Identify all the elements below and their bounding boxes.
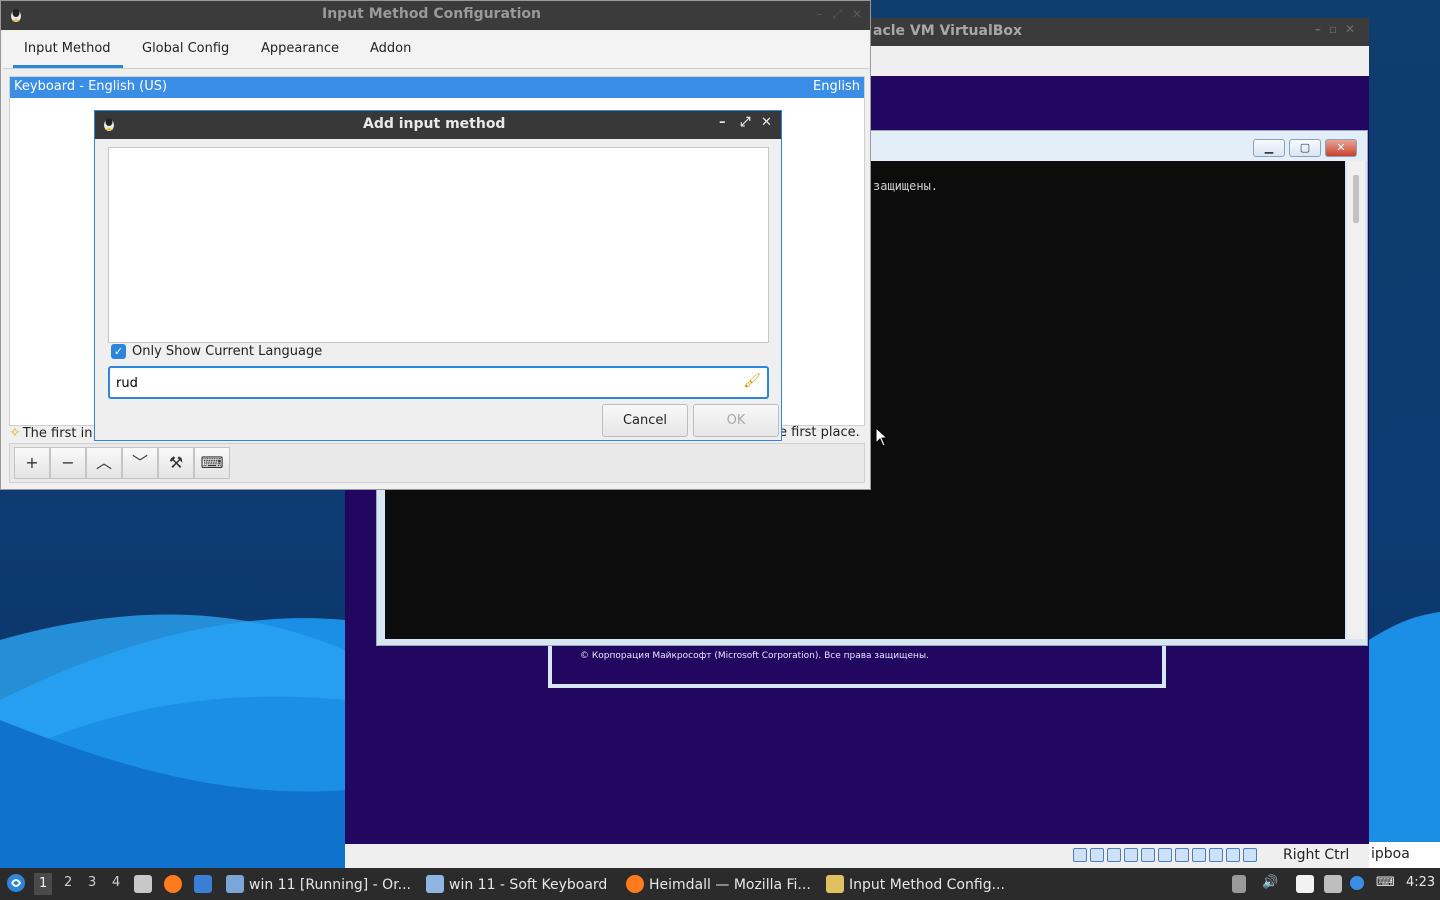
input-method-language: English — [813, 79, 860, 94]
notes-tray-icon[interactable] — [1296, 875, 1319, 893]
taskbar-item-input-method-config[interactable]: Input Method Config... — [826, 875, 1005, 893]
recording-icon[interactable] — [1192, 848, 1206, 862]
console-close-button[interactable]: ✕ — [1325, 139, 1357, 157]
imcfg-toolbar: + − ︿ ﹀ ⚒ ⌨ — [9, 443, 865, 483]
clipboard-tray-icon[interactable] — [1232, 875, 1251, 893]
imcfg-tabbar: Input Method Global Config Appearance Ad… — [3, 31, 869, 69]
input-method-name: Keyboard - English (US) — [14, 79, 168, 94]
taskbar-item-label: win 11 [Running] - Or... — [249, 877, 412, 893]
host-key-label: Right Ctrl — [1283, 847, 1350, 863]
mouse-integration-icon[interactable] — [1243, 848, 1257, 862]
terminal-launcher[interactable] — [194, 875, 217, 893]
fcitx-penguin-icon — [104, 118, 114, 131]
copyright-text: © Корпорация Майкрософт (Microsoft Corpo… — [580, 651, 929, 661]
tab-global-config[interactable]: Global Config — [142, 41, 229, 56]
terminal-icon — [194, 875, 212, 893]
hint-text-left: ✧ The first in — [9, 425, 92, 441]
imcfg-close-button[interactable]: ✕ — [852, 7, 862, 22]
workspace-1[interactable]: 1 — [34, 873, 53, 895]
only-current-language-checkbox[interactable]: ✓ — [111, 344, 126, 359]
dialog-close-button[interactable]: ✕ — [761, 115, 772, 130]
volume-icon[interactable]: 🔊 — [1262, 875, 1278, 890]
imcfg-minimize-button[interactable]: – — [816, 7, 822, 22]
taskbar-item-label: Input Method Config... — [849, 877, 1005, 893]
ok-button[interactable]: OK — [693, 404, 779, 437]
background-window-fragment[interactable]: ipboa — [1369, 842, 1440, 868]
add-input-method-button[interactable]: + — [14, 447, 50, 479]
taskbar-item-virtualbox[interactable]: win 11 [Running] - Or... — [226, 875, 411, 893]
display-icon[interactable] — [1175, 848, 1189, 862]
virtualbox-icon — [226, 875, 244, 893]
console-scrollbar[interactable] — [1347, 161, 1365, 639]
usb-icon[interactable] — [1141, 848, 1155, 862]
guest-copyright-box: © Корпорация Майкрософт (Microsoft Corpo… — [548, 646, 1166, 688]
workspace-4[interactable]: 4 — [112, 875, 120, 890]
taskbar-item-firefox[interactable]: Heimdall — Mozilla Fi... — [626, 875, 811, 893]
workspace-3[interactable]: 3 — [88, 875, 96, 890]
keyboard-layout-button[interactable]: ⌨ — [194, 447, 230, 479]
taskbar-item-soft-keyboard[interactable]: win 11 - Soft Keyboard — [426, 875, 607, 893]
file-manager-icon — [134, 875, 152, 893]
taskbar-item-label: win 11 - Soft Keyboard — [449, 877, 608, 893]
firefox-icon — [164, 875, 182, 893]
search-input[interactable] — [116, 374, 736, 392]
hint-text-left-label: The first in — [22, 425, 93, 441]
clear-search-icon[interactable]: 🖌 — [743, 373, 761, 389]
keyboard-icon — [426, 875, 444, 893]
remove-input-method-button[interactable]: − — [50, 447, 86, 479]
firefox-launcher[interactable] — [164, 875, 187, 893]
tab-addon[interactable]: Addon — [370, 41, 411, 56]
guest-additions-icon[interactable] — [1226, 848, 1240, 862]
virtualbox-statusbar: Right Ctrl — [345, 844, 1369, 868]
keyboard-layout-tray-icon[interactable]: ⌨ — [1376, 875, 1395, 890]
firefox-icon — [626, 875, 644, 893]
cpu-icon[interactable] — [1209, 848, 1223, 862]
available-input-methods-list[interactable] — [108, 147, 769, 343]
dialog-minimize-button[interactable]: – — [719, 115, 726, 130]
list-item-keyboard-english-us[interactable]: Keyboard - English (US) English — [10, 77, 864, 98]
dialog-titlebar[interactable]: Add input method – ⤢ ✕ — [95, 111, 781, 139]
search-field[interactable]: 🖌 — [108, 366, 769, 399]
imcfg-titlebar[interactable]: Input Method Configuration – ⤢ ✕ — [1, 1, 870, 30]
network-icon[interactable] — [1124, 848, 1138, 862]
audio-icon[interactable] — [1107, 848, 1121, 862]
move-up-button[interactable]: ︿ — [86, 447, 122, 479]
mouse-cursor-icon — [875, 427, 889, 447]
clock[interactable]: 4:23 — [1406, 875, 1435, 890]
hint-text-right: e first place. — [779, 425, 860, 440]
vm-status-icons[interactable] — [1073, 848, 1257, 862]
file-manager-launcher[interactable] — [134, 875, 157, 893]
move-down-button[interactable]: ﹀ — [122, 447, 158, 479]
tab-appearance[interactable]: Appearance — [261, 41, 339, 56]
cancel-button[interactable]: Cancel — [602, 404, 688, 437]
fcitx-penguin-icon — [11, 9, 21, 22]
tab-input-method[interactable]: Input Method — [13, 41, 123, 68]
virtualbox-window-controls[interactable]: –▫✕ — [1315, 22, 1363, 36]
only-current-language-label: Only Show Current Language — [132, 344, 323, 359]
dialog-maximize-button[interactable]: ⤢ — [740, 115, 750, 130]
taskbar: 1 2 3 4 win 11 [Running] - Or... win 11 … — [0, 868, 1440, 900]
display-tray-icon[interactable] — [1324, 875, 1347, 893]
imcfg-maximize-button[interactable]: ⤢ — [832, 7, 842, 22]
background-window-text: ipboa — [1371, 846, 1410, 862]
start-menu-icon[interactable] — [6, 873, 26, 897]
optical-drive-icon[interactable] — [1090, 848, 1104, 862]
only-current-language-option[interactable]: ✓ Only Show Current Language — [111, 344, 322, 359]
add-input-method-dialog[interactable]: Add input method – ⤢ ✕ ✓ Only Show Curre… — [94, 110, 782, 441]
console-minimize-button[interactable]: ▁ — [1253, 139, 1285, 157]
star-icon: ✧ — [9, 425, 21, 441]
virtualbox-title: acle VM VirtualBox — [873, 23, 1023, 39]
console-maximize-button[interactable]: ▢ — [1289, 139, 1321, 157]
fcitx-icon — [826, 875, 844, 893]
shared-folders-icon[interactable] — [1158, 848, 1172, 862]
update-tray-icon[interactable] — [1350, 875, 1369, 890]
hard-disk-icon[interactable] — [1073, 848, 1087, 862]
dialog-title: Add input method — [363, 116, 506, 132]
workspace-2[interactable]: 2 — [64, 875, 72, 890]
configure-button[interactable]: ⚒ — [158, 447, 194, 479]
imcfg-title: Input Method Configuration — [322, 6, 541, 22]
taskbar-item-label: Heimdall — Mozilla Fi... — [649, 877, 811, 893]
console-text-line: защищены. — [873, 179, 939, 193]
